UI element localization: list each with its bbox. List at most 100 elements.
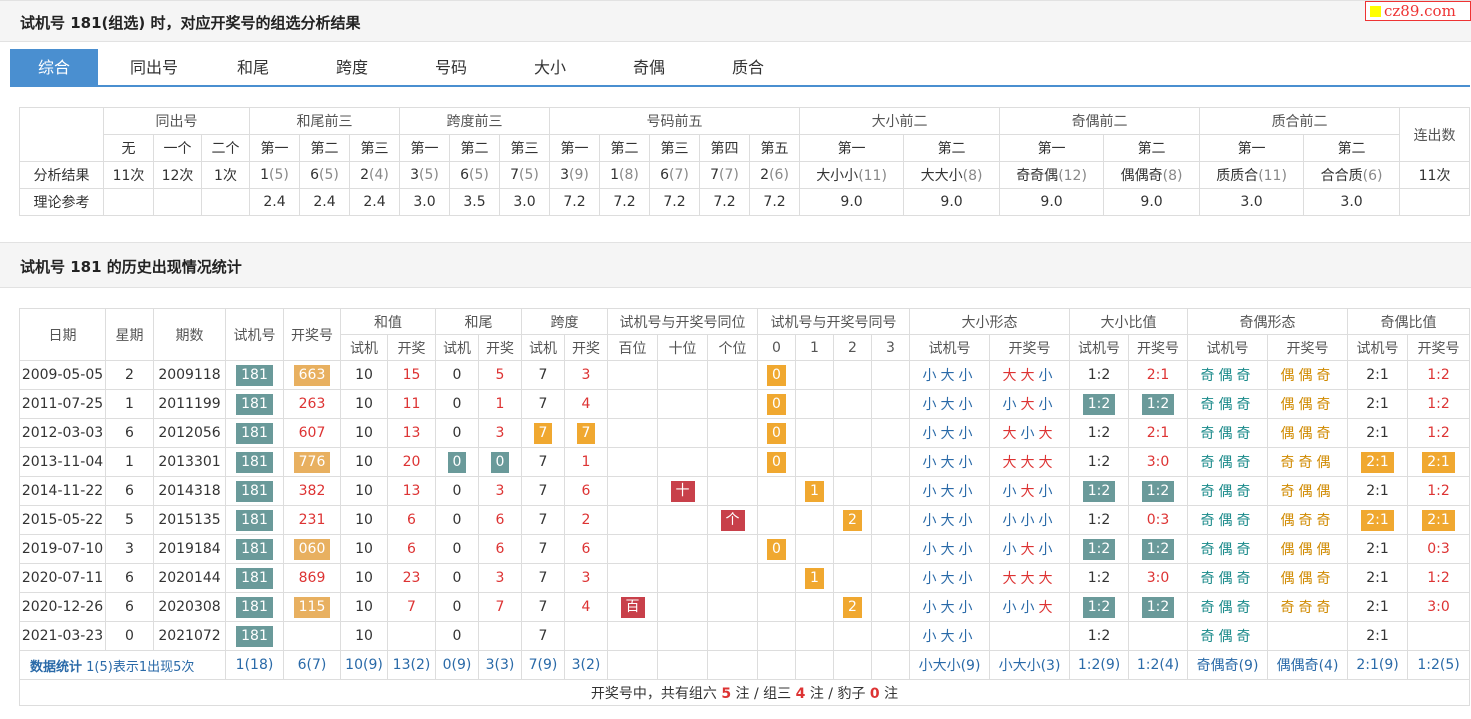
table-cell (706, 563, 759, 593)
analysis-value: 合合质 (1320, 168, 1363, 184)
footer-summary: 开奖号中，共有组六 5 注 / 组三 4 注 / 豹子 0 注 (18, 679, 1471, 706)
table-cell (657, 447, 708, 477)
table-cell (607, 563, 658, 593)
table-cell: 3 (478, 418, 522, 448)
analysis-cell: 质质合(11) (1199, 161, 1305, 189)
analysis-cell: 奇奇偶(12) (999, 161, 1105, 189)
table-cell: 2:1 (1347, 389, 1409, 419)
badge: 181 (236, 538, 273, 560)
analysis-cell: 合合质(6) (1303, 161, 1401, 189)
table-cell: 607 (283, 418, 341, 448)
tab-kuadu[interactable]: 跨度 (308, 49, 396, 86)
badge: 2 (843, 509, 862, 531)
sub-header: 第三 (649, 134, 701, 162)
table-cell (757, 476, 797, 506)
table-cell: 181 (225, 360, 284, 390)
table-cell (795, 418, 835, 448)
badge: 1:2 (1082, 393, 1116, 415)
table-cell: 263 (283, 389, 341, 419)
analysis-cell: 12次 (153, 161, 202, 189)
table-cell (607, 621, 658, 651)
stat-cell: 小大小(3) (989, 650, 1071, 680)
ref-cell: 9.0 (999, 188, 1105, 216)
sub-header: 第一 (799, 134, 905, 162)
table-cell: 1:2 (1407, 360, 1471, 390)
table-cell: 0 (435, 505, 479, 535)
table-cell: 2012-03-03 (19, 418, 106, 448)
table-cell: 6 (564, 534, 608, 564)
badge: 181 (236, 480, 273, 502)
sub-header: 第二 (903, 134, 1001, 162)
table-row: 2021-03-23 0 2021072 181 10 0 7 小大小 1:2 奇偶奇 2:1 (19, 621, 1471, 651)
sub-header: 百位 (607, 334, 658, 361)
table-cell: 1:2 (1069, 563, 1130, 593)
group-header: 和值 (340, 308, 436, 335)
table-cell: 奇奇偶 (1267, 447, 1349, 477)
stat-label-cell: 数据统计 1(5)表示1出现5次 (19, 650, 226, 680)
sub-header: 第二 (1103, 134, 1201, 162)
table-cell: 小大小 (909, 389, 991, 419)
ref-cell (1399, 188, 1471, 216)
group-header: 奇偶比值 (1347, 308, 1471, 335)
table-cell: 1:2 (1069, 447, 1130, 477)
tab-zonghe[interactable]: 综合 (10, 49, 98, 86)
table-cell: 偶偶奇 (1267, 389, 1349, 419)
table-cell: 1:2 (1069, 505, 1130, 535)
site-logo[interactable]: cz89.com (1365, 1, 1471, 21)
table-cell (1407, 621, 1471, 651)
tab-haoma[interactable]: 号码 (407, 49, 495, 86)
table-cell (795, 447, 835, 477)
table-cell: 1:2 (1128, 476, 1189, 506)
table-row: 2020-07-11 6 2020144 181 869 10 23 0 3 7 3 1 小大小 大大大 1… (19, 563, 1471, 593)
table-cell (706, 621, 759, 651)
table-cell: 1:2 (1069, 534, 1130, 564)
table-cell: 奇偶奇 (1187, 505, 1269, 535)
tab-zhihe[interactable]: 质合 (704, 49, 792, 86)
ref-cell: 7.2 (599, 188, 651, 216)
table-cell: 2:1 (1128, 360, 1189, 390)
table-cell: 13 (387, 476, 436, 506)
table-cell: 2019184 (153, 534, 226, 564)
table-cell: 小小小 (989, 505, 1071, 535)
table-cell: 2011199 (153, 389, 226, 419)
tab-tongchuhao[interactable]: 同出号 (110, 49, 198, 86)
table-cell (607, 360, 658, 390)
group-header: 跨度前三 (399, 107, 551, 135)
table-cell: 10 (340, 360, 388, 390)
table-cell (833, 476, 873, 506)
ref-cell: 3.5 (449, 188, 501, 216)
ref-cell: 3.0 (1199, 188, 1305, 216)
table-cell: 1:2 (1069, 476, 1130, 506)
table-row: 2020-12-26 6 2020308 181 115 10 7 0 7 7 4 百 2 小大小 小小大 1… (19, 592, 1471, 622)
tab-daxiao[interactable]: 大小 (506, 49, 594, 86)
table-cell (607, 476, 658, 506)
badge: 181 (236, 364, 273, 386)
table-cell: 10 (340, 505, 388, 535)
table-cell (833, 418, 873, 448)
table-cell: 小大小 (909, 447, 991, 477)
table-cell: 2014318 (153, 476, 226, 506)
stat-label[interactable]: 数据统计 (30, 660, 82, 675)
table-cell: 小大小 (989, 476, 1071, 506)
stat-cell: 10(9) (340, 650, 388, 680)
analysis-group-header: 同出号 和尾前三 跨度前三 号码前五 大小前二 奇偶前二 质合前二 连出数 (19, 107, 1471, 162)
table-cell (757, 592, 797, 622)
badge: 0 (767, 364, 786, 386)
table-cell: 382 (283, 476, 341, 506)
tab-hewei[interactable]: 和尾 (209, 49, 297, 86)
stat-cell: 1:2(4) (1128, 650, 1189, 680)
table-cell: 2014-11-22 (19, 476, 106, 506)
table-cell (657, 563, 708, 593)
table-cell: 2019-07-10 (19, 534, 106, 564)
table-cell: 大大大 (989, 447, 1071, 477)
table-cell: 11 (387, 389, 436, 419)
table-cell: 13 (387, 418, 436, 448)
table-cell (657, 534, 708, 564)
table-cell: 7 (521, 592, 565, 622)
section1-title: 试机号 181(组选) 时，对应开奖号的组选分析结果 (20, 14, 361, 32)
analysis-value: 6 (460, 167, 470, 183)
table-cell: 3 (478, 563, 522, 593)
badge: 663 (293, 364, 331, 386)
tab-jiou[interactable]: 奇偶 (605, 49, 693, 86)
table-cell: 0 (478, 447, 522, 477)
